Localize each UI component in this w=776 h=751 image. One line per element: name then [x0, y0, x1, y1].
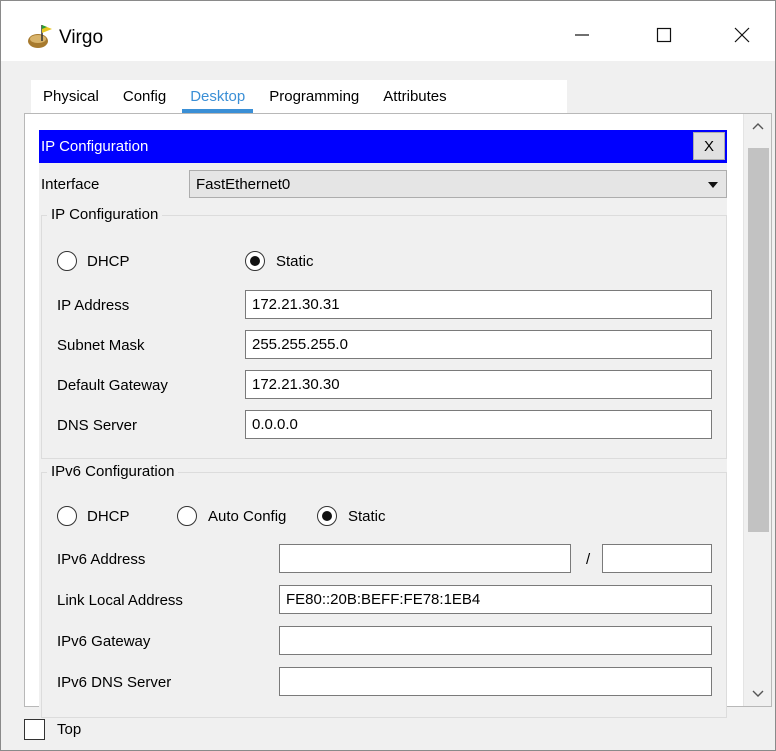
ipv4-group-legend: IP Configuration [47, 206, 163, 223]
tab-programming[interactable]: Programming [257, 80, 371, 113]
chevron-up-icon [752, 123, 764, 130]
tab-physical[interactable]: Physical [31, 80, 111, 113]
ipv6-static-radio[interactable] [317, 506, 337, 526]
maximize-button[interactable] [641, 15, 687, 55]
ip-config-header: IP Configuration X [39, 130, 727, 163]
ipv6-dhcp-label: DHCP [87, 508, 130, 525]
ipv6-auto-config-label: Auto Config [208, 508, 287, 525]
ip-address-label: IP Address [57, 297, 130, 314]
ipv4-dhcp-label: DHCP [87, 253, 130, 270]
app-window: Virgo Physical Config Desktop Programmin… [0, 0, 776, 751]
subnet-mask-field[interactable]: 255.255.255.0 [245, 330, 712, 359]
router-flag-icon [25, 23, 53, 51]
tab-bar: Physical Config Desktop Programming Attr… [31, 80, 567, 113]
ipv6-dns-field[interactable] [279, 667, 712, 696]
top-label: Top [57, 721, 82, 738]
ipv6-auto-config-radio[interactable] [177, 506, 197, 526]
dropdown-arrow-icon [708, 182, 718, 188]
ipv6-address-field[interactable] [279, 544, 571, 573]
vertical-scrollbar[interactable] [743, 114, 771, 706]
ip-address-field[interactable]: 172.21.30.31 [245, 290, 712, 319]
interface-value: FastEthernet0 [196, 176, 291, 193]
link-local-label: Link Local Address [57, 592, 183, 609]
minimize-icon [575, 34, 589, 36]
desktop-panel: IP Configuration X Interface FastEtherne… [24, 113, 772, 718]
interface-label: Interface [41, 176, 100, 193]
subnet-mask-label: Subnet Mask [57, 337, 145, 354]
ipv6-group-legend: IPv6 Configuration [47, 463, 179, 480]
scroll-thumb[interactable] [748, 148, 769, 532]
scroll-down-button[interactable] [744, 682, 772, 706]
ipv6-dns-label: IPv6 DNS Server [57, 674, 172, 691]
ip-config-window: IP Configuration X Interface FastEtherne… [39, 130, 727, 718]
scroll-up-button[interactable] [744, 114, 772, 138]
prefix-separator: / [586, 551, 591, 568]
tab-attributes[interactable]: Attributes [371, 80, 458, 113]
close-icon [734, 27, 750, 43]
ipv4-static-label: Static [276, 253, 314, 270]
default-gateway-label: Default Gateway [57, 377, 168, 394]
close-window-button[interactable] [719, 15, 765, 55]
maximize-icon [656, 27, 672, 43]
ipv4-static-radio[interactable] [245, 251, 265, 271]
ip-config-title: IP Configuration [41, 138, 149, 155]
ipv6-prefix-field[interactable] [602, 544, 712, 573]
top-checkbox[interactable] [24, 719, 45, 740]
default-gateway-field[interactable]: 172.21.30.30 [245, 370, 712, 399]
link-local-field[interactable]: FE80::20B:BEFF:FE78:1EB4 [279, 585, 712, 614]
ipv6-gateway-field[interactable] [279, 626, 712, 655]
ip-config-close-button[interactable]: X [693, 132, 725, 160]
minimize-button[interactable] [559, 15, 605, 55]
ipv6-dhcp-radio[interactable] [57, 506, 77, 526]
ipv4-dhcp-radio[interactable] [57, 251, 77, 271]
dns-server-field[interactable]: 0.0.0.0 [245, 410, 712, 439]
chevron-down-icon [752, 690, 764, 697]
dns-server-label: DNS Server [57, 417, 138, 434]
window-title: Virgo [59, 27, 104, 48]
ipv6-address-label: IPv6 Address [57, 551, 146, 568]
ipv6-static-label: Static [348, 508, 386, 525]
tab-desktop[interactable]: Desktop [178, 80, 257, 113]
tab-config[interactable]: Config [111, 80, 178, 113]
interface-select[interactable]: FastEthernet0 [189, 170, 727, 198]
title-bar: Virgo [1, 1, 775, 61]
ipv6-gateway-label: IPv6 Gateway [57, 633, 151, 650]
